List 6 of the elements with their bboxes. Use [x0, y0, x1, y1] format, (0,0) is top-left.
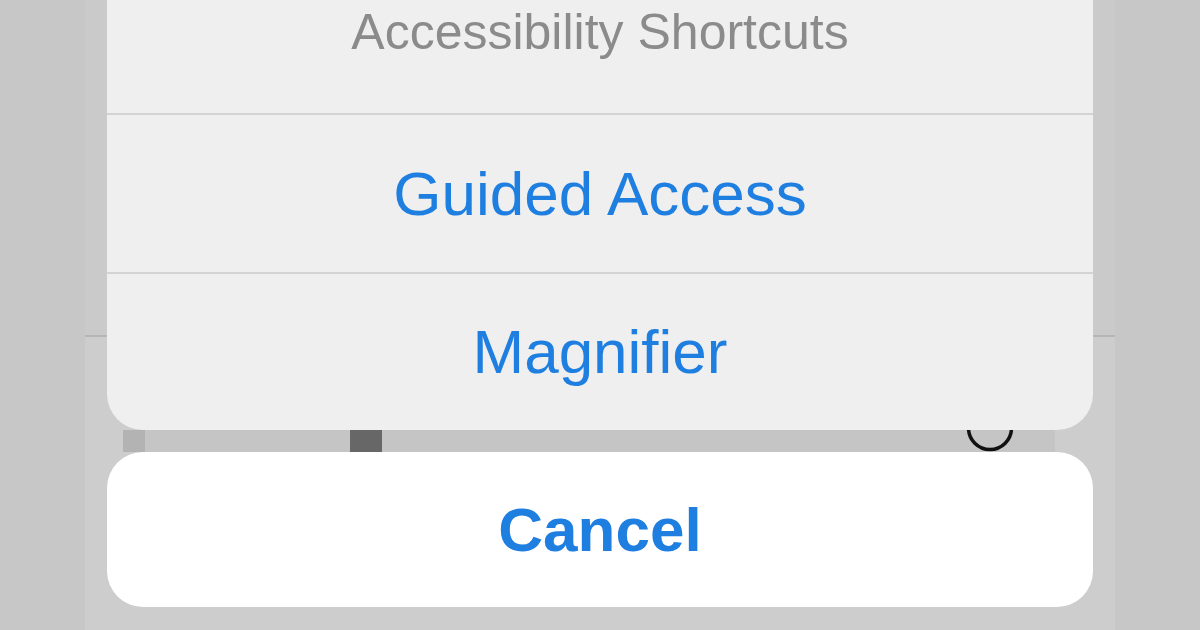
ring-icon[interactable]	[965, 430, 1015, 452]
sheet-title: Accessibility Shortcuts	[351, 3, 849, 61]
action-sheet-item[interactable]: Magnifier	[107, 271, 1093, 430]
action-sheet-item[interactable]: Guided Access	[107, 115, 1093, 272]
square-icon	[350, 430, 382, 452]
cancel-button[interactable]: Cancel	[107, 452, 1093, 607]
